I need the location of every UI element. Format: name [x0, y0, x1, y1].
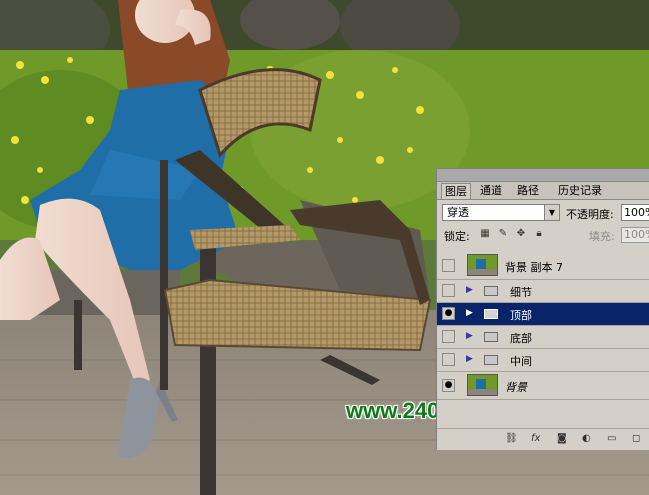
tab-layers[interactable]: 图层 — [441, 183, 471, 199]
fill-label: 填充: — [589, 230, 615, 243]
tab-paths[interactable]: 路径 — [514, 183, 542, 199]
expand-triangle-icon[interactable]: ▶ — [466, 285, 473, 295]
layer-row-selected[interactable]: ● ▶ 顶部 — [437, 303, 649, 326]
layer-row[interactable]: ▶ 底部 — [437, 326, 649, 349]
panel-title-bar[interactable] — [437, 169, 649, 182]
lock-label: 锁定: — [444, 230, 470, 243]
lock-move-icon[interactable]: ✥ — [516, 229, 526, 239]
visibility-toggle[interactable] — [442, 259, 455, 272]
new-group-icon[interactable]: ▭ — [607, 432, 616, 446]
panel-tabs: 图层 通道 路径 历史记录 — [437, 182, 649, 200]
layer-thumbnail — [467, 254, 498, 276]
new-layer-icon[interactable]: ◻ — [632, 432, 640, 446]
expand-triangle-icon[interactable]: ▶ — [466, 308, 473, 318]
tab-channels[interactable]: 通道 — [477, 183, 505, 199]
layer-row[interactable]: 背景 副本 7 — [437, 252, 649, 280]
folder-icon — [484, 355, 498, 365]
lock-all-icon[interactable]: 🔒︎ — [534, 229, 544, 239]
folder-icon — [484, 309, 498, 319]
layer-name: 背景 — [505, 381, 527, 394]
lock-transparency-icon[interactable]: ▦ — [480, 229, 490, 239]
layer-name: 底部 — [510, 332, 532, 345]
layer-name: 背景 副本 7 — [505, 261, 563, 274]
mask-icon[interactable]: ◙ — [557, 432, 567, 446]
layers-list: 背景 副本 7 ▶ 细节 ● ▶ 顶部 ▶ 底部 ▶ 中间 ● 背景 — [437, 252, 649, 400]
lock-brush-icon[interactable]: ✎ — [498, 229, 508, 239]
fill-input[interactable]: 100% — [621, 227, 649, 243]
folder-icon — [484, 286, 498, 296]
adjustment-icon[interactable]: ◐ — [582, 432, 591, 446]
opacity-input[interactable]: 100% — [621, 204, 649, 221]
layer-name: 细节 — [510, 286, 532, 299]
visibility-toggle[interactable] — [442, 330, 455, 343]
layer-name: 顶部 — [510, 309, 532, 322]
layers-toolbar: ⛓ fx ◙ ◐ ▭ ◻ — [437, 428, 649, 450]
eye-icon[interactable]: ● — [442, 379, 455, 392]
fx-icon[interactable]: fx — [531, 432, 540, 446]
visibility-toggle[interactable] — [442, 284, 455, 297]
layer-row[interactable]: ▶ 细节 — [437, 280, 649, 303]
layers-panel: 图层 通道 路径 历史记录 穿透 ▼ 不透明度: 100% 锁定: ▦ ✎ ✥ … — [436, 168, 649, 450]
layer-row[interactable]: ▶ 中间 — [437, 349, 649, 372]
tab-history[interactable]: 历史记录 — [555, 183, 605, 199]
expand-triangle-icon[interactable]: ▶ — [466, 331, 473, 341]
chevron-down-icon: ▼ — [544, 205, 559, 220]
blend-mode-value: 穿透 — [447, 206, 469, 219]
layer-thumbnail — [467, 374, 498, 396]
blend-mode-select[interactable]: 穿透 ▼ — [442, 204, 560, 221]
expand-triangle-icon[interactable]: ▶ — [466, 354, 473, 364]
visibility-toggle[interactable] — [442, 353, 455, 366]
layer-row[interactable]: ● 背景 — [437, 372, 649, 400]
opacity-label: 不透明度: — [566, 208, 614, 221]
layer-name: 中间 — [510, 355, 532, 368]
eye-icon[interactable]: ● — [442, 307, 455, 320]
link-icon[interactable]: ⛓ — [505, 432, 518, 446]
folder-icon — [484, 332, 498, 342]
